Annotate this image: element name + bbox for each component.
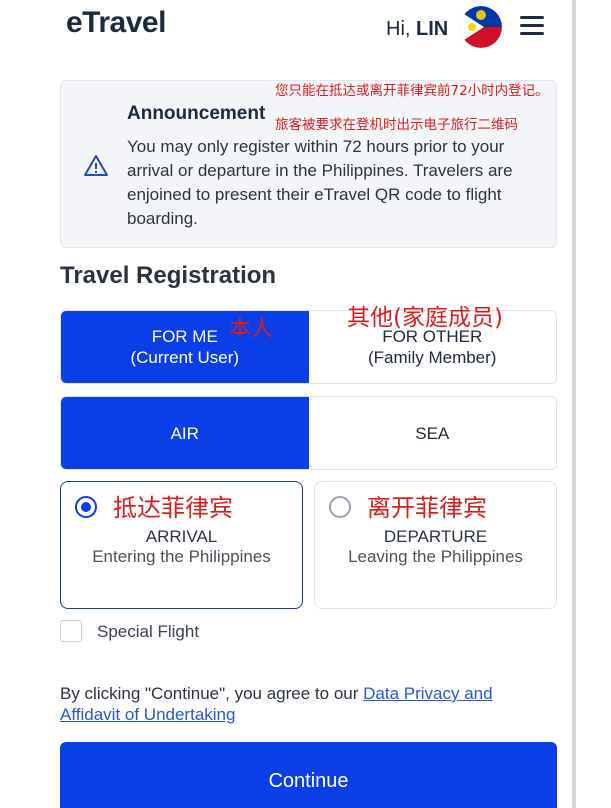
warning-icon xyxy=(83,153,109,179)
arrival-radio[interactable] xyxy=(75,496,97,518)
user-name: LIN xyxy=(416,18,449,40)
logo-text: eTravel xyxy=(66,6,166,39)
arrival-note: 抵达菲律宾 xyxy=(113,494,233,522)
for-me-label: FOR ME xyxy=(151,327,218,346)
arrival-option[interactable]: 抵达菲律宾 ARRIVAL Entering the Philippines xyxy=(60,481,303,609)
special-flight-label: Special Flight xyxy=(97,622,200,641)
sea-label: SEA xyxy=(415,423,450,443)
travel-registration-title: Travel Registration xyxy=(60,262,277,289)
consent-prefix: By clicking "Continue", you agree to our xyxy=(60,684,364,703)
announcement-note-line2: 旅客被要求在登机时出示电子旅行二维码 xyxy=(275,117,518,133)
continue-button[interactable]: Continue xyxy=(60,742,557,808)
etravel-logo[interactable]: eTravel xyxy=(66,6,166,40)
for-me-sub: (Current User) xyxy=(130,348,240,367)
philippines-flag-avatar-icon[interactable] xyxy=(460,6,502,48)
departure-note: 离开菲律宾 xyxy=(367,494,487,522)
user-greeting: Hi, LIN xyxy=(386,18,448,41)
top-header: eTravel Hi, LIN xyxy=(0,0,572,62)
sea-option[interactable]: SEA xyxy=(309,397,557,469)
announcement-box: 您只能在抵达或离开菲律宾前72小时内登记。 旅客被要求在登机时出示电子旅行二维码… xyxy=(60,80,557,248)
for-other-sub: (Family Member) xyxy=(368,348,497,367)
for-me-option[interactable]: FOR ME (Current User) 本人 xyxy=(61,311,309,383)
air-option[interactable]: AIR xyxy=(61,397,309,469)
for-other-note: 其他(家庭成员) xyxy=(347,305,503,331)
hamburger-menu-icon[interactable] xyxy=(520,16,544,38)
departure-title: DEPARTURE xyxy=(383,527,488,546)
greeting-text: Hi, xyxy=(386,18,411,40)
announcement-title: Announcement xyxy=(127,103,266,124)
departure-subtitle: Leaving the Philippines xyxy=(348,547,523,566)
arrival-title: ARRIVAL xyxy=(145,527,218,546)
departure-radio[interactable] xyxy=(329,496,351,518)
announcement-note-line1: 您只能在抵达或离开菲律宾前72小时内登记。 xyxy=(275,83,549,99)
window-edge xyxy=(572,0,576,808)
app-screen: eTravel Hi, LIN 您只能在抵达或离开菲律宾前72小时内登记。 旅客… xyxy=(0,0,572,808)
for-me-note: 本人 xyxy=(229,317,274,342)
travel-mode-selector: AIR SEA xyxy=(60,396,557,470)
special-flight-checkbox[interactable] xyxy=(60,620,82,642)
arrival-subtitle: Entering the Philippines xyxy=(92,547,271,566)
announcement-body: You may only register within 72 hours pr… xyxy=(127,137,513,228)
departure-option[interactable]: 离开菲律宾 DEPARTURE Leaving the Philippines xyxy=(314,481,557,609)
consent-text: By clicking "Continue", you agree to our… xyxy=(60,683,530,725)
air-label: AIR xyxy=(170,423,199,443)
